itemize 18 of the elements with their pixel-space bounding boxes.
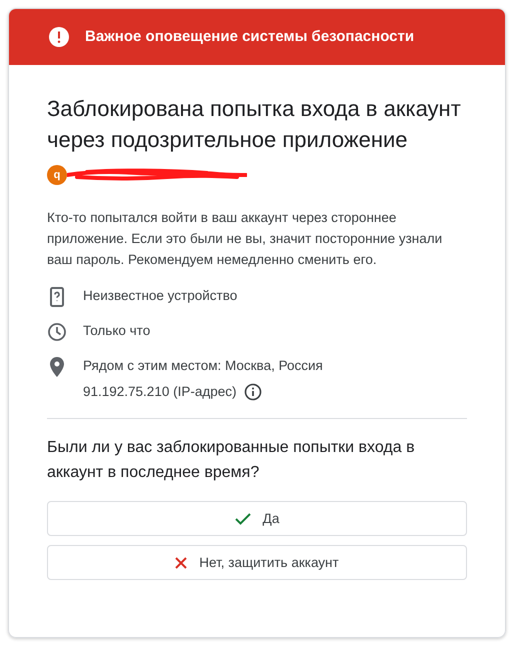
account-avatar: q [47, 165, 67, 185]
detail-text: Только что [83, 322, 150, 340]
warning-message: Кто-то попытался войти в ваш аккаунт через стороннее приложение. Если это были не вы, значит посторонние узнали ваш пароль. Рекомендуем немедленно сменить его. [47, 209, 444, 269]
close-icon [175, 556, 188, 569]
yes-button[interactable]: Да [47, 501, 467, 536]
location-pin-icon [50, 357, 64, 377]
protect-account-button[interactable]: Нет, защитить аккаунт [47, 545, 467, 580]
alert-title: Важное оповещение системы безопасности [85, 26, 414, 47]
detail-text: Неизвестное устройство [83, 287, 238, 305]
detail-text: Рядом с этим местом: Москва, Россия [83, 357, 323, 375]
check-icon [234, 512, 251, 525]
question-text: Были ли у вас заблокированные попытки входа в аккаунт в последнее время? [47, 438, 416, 484]
info-icon[interactable] [244, 383, 262, 402]
clock-icon [47, 322, 67, 342]
ip-address: 91.192.75.210 (IP-адрес) [83, 383, 236, 401]
warning-icon [49, 27, 69, 47]
unknown-device-icon [50, 287, 64, 307]
headline: Заблокирована попытка входа в аккаунт через подозрительное приложение [47, 95, 462, 154]
